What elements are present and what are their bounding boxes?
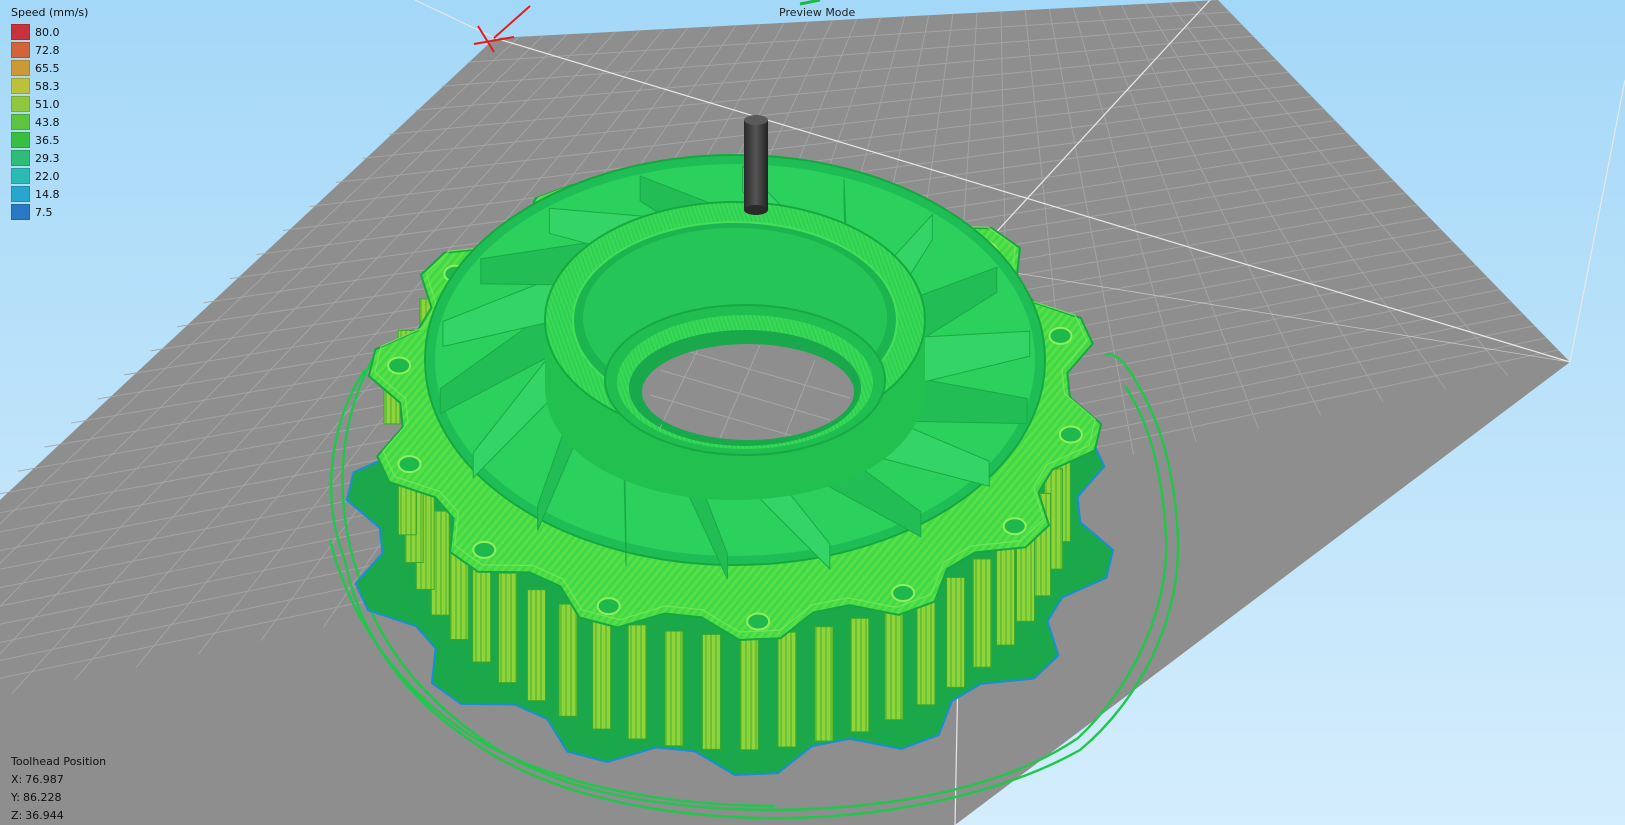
legend-entry: 29.3 [11, 149, 88, 167]
toolhead-y: Y: 86.228 [11, 789, 106, 807]
support-pillar [701, 633, 721, 750]
y-label: Y: [11, 791, 20, 804]
support-pillar [996, 538, 1016, 646]
legend-value: 14.8 [35, 187, 60, 201]
legend-swatch [11, 186, 30, 202]
legend-entry: 65.5 [11, 59, 88, 77]
legend-entry: 7.5 [11, 203, 88, 221]
support-pillar [527, 589, 546, 702]
support-pillar [592, 615, 612, 730]
legend-entry: 51.0 [11, 95, 88, 113]
bolt-hole [1058, 425, 1083, 444]
preview-mode-label: Preview Mode [779, 6, 856, 19]
toolhead-position-panel: Toolhead Position X: 76.987 Y: 86.228 Z: 36… [11, 753, 106, 825]
z-label: Z: [11, 809, 23, 822]
support-pillar [664, 630, 684, 747]
support-pillar [498, 572, 518, 684]
legend-swatch [11, 24, 30, 40]
x-value: 76.987 [25, 773, 64, 786]
support-pillar [972, 558, 992, 668]
legend-value: 43.8 [35, 115, 60, 129]
bolt-hole [891, 584, 916, 602]
legend-entry: 14.8 [11, 185, 88, 203]
legend-value: 7.5 [35, 205, 53, 219]
bolt-hole [746, 612, 771, 631]
legend-swatch [11, 150, 30, 166]
legend-entry: 72.8 [11, 41, 88, 59]
legend-entries: 80.0 72.8 65.5 58.3 51.0 43.8 36.5 29.3 … [11, 23, 88, 221]
legend-value: 36.5 [35, 133, 60, 147]
legend-value: 22.0 [35, 169, 60, 183]
legend-value: 58.3 [35, 79, 60, 93]
legend-value: 29.3 [35, 151, 60, 165]
z-value: 36.944 [25, 809, 64, 822]
support-pillar [739, 634, 759, 751]
legend-value: 80.0 [35, 25, 60, 39]
legend-entry: 43.8 [11, 113, 88, 131]
nozzle-toolhead [744, 115, 768, 215]
toolhead-title: Toolhead Position [11, 755, 107, 768]
support-pillar [884, 606, 904, 721]
legend-entry: 58.3 [11, 77, 88, 95]
support-pillar [814, 626, 834, 742]
legend-value: 65.5 [35, 61, 60, 75]
support-pillar [916, 593, 936, 706]
bolt-hole [596, 597, 621, 616]
support-pillar [777, 631, 797, 748]
toolhead-z: Z: 36.944 [11, 807, 106, 825]
bolt-hole [397, 455, 422, 474]
legend-swatch [11, 114, 30, 130]
support-pillar [946, 576, 966, 688]
legend-entry: 80.0 [11, 23, 88, 41]
legend-value: 51.0 [35, 97, 60, 111]
support-pillar [850, 617, 870, 733]
legend-swatch [11, 42, 30, 58]
legend-swatch [11, 168, 30, 184]
bolt-hole [472, 540, 497, 559]
bolt-hole [1002, 517, 1027, 536]
bolt-hole [387, 356, 412, 375]
toolhead-x: X: 76.987 [11, 771, 106, 789]
scene-canvas[interactable] [0, 0, 1625, 825]
y-value: 86.228 [22, 791, 62, 804]
legend-swatch [11, 132, 30, 148]
legend-entry: 36.5 [11, 131, 88, 149]
legend-swatch [11, 96, 30, 112]
legend-value: 72.8 [35, 43, 60, 57]
x-label: X: [11, 773, 23, 786]
3d-viewport[interactable]: Preview Mode Speed (mm/s) 80.0 72.8 65.5… [0, 0, 1625, 825]
speed-legend: Speed (mm/s) 80.0 72.8 65.5 58.3 51.0 43… [11, 6, 88, 221]
legend-title: Speed (mm/s) [11, 6, 89, 19]
support-pillar [558, 603, 578, 717]
legend-swatch [11, 204, 30, 220]
inner-hub [544, 201, 926, 500]
legend-swatch [11, 60, 30, 76]
legend-swatch [11, 78, 30, 94]
support-pillar [627, 624, 647, 740]
bolt-hole [1048, 326, 1073, 345]
legend-entry: 22.0 [11, 167, 88, 185]
